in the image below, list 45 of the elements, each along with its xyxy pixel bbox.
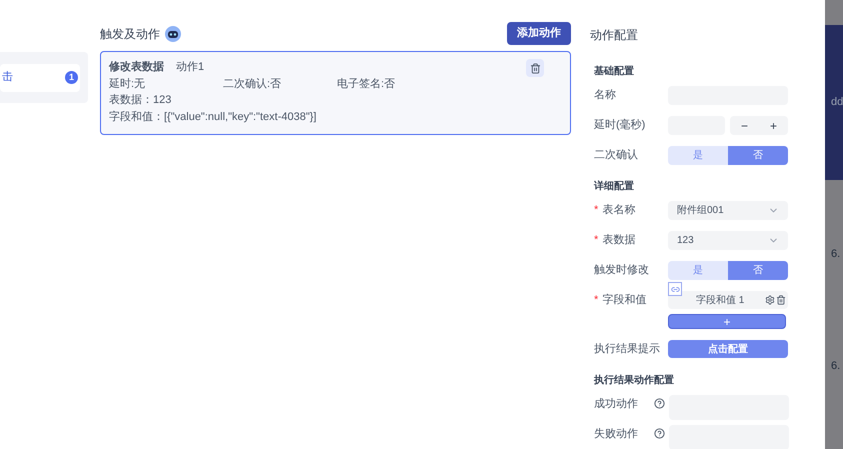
field-value-item[interactable]: 字段和值 1 (668, 291, 788, 309)
field-label: 执行结果提示 (594, 342, 660, 358)
decrement-button[interactable]: − (740, 116, 748, 134)
field-label: 触发时修改 (594, 263, 649, 278)
confirm-text: 二次确认:否 (223, 76, 282, 92)
delete-icon[interactable] (776, 295, 786, 305)
delete-icon (530, 62, 540, 74)
link-icon[interactable] (668, 282, 682, 296)
help-icon[interactable] (654, 428, 665, 439)
background-text: 6. (830, 247, 842, 262)
field-label: 失败动作 (594, 427, 638, 442)
select-field[interactable]: 123 (668, 231, 788, 250)
background-text: dd (831, 95, 843, 110)
select-field[interactable]: 附件组001 (668, 201, 788, 220)
signature-text: 电子签名:否 (337, 76, 396, 92)
required-mark: * (594, 233, 598, 248)
required-mark: * (594, 293, 598, 308)
section-title: 触发及动作 (100, 26, 160, 42)
section-heading: 执行结果动作配置 (594, 374, 675, 388)
section-heading: 基础配置 (594, 64, 635, 79)
field-label: 字段和值 (602, 292, 646, 308)
add-action-button[interactable]: 添加动作 (507, 22, 571, 45)
robot-icon (164, 24, 182, 42)
section-heading: 详细配置 (594, 179, 635, 194)
required-mark: * (594, 203, 598, 218)
count-badge: 1 (65, 71, 78, 84)
table-data-text: 表数据：123 (109, 93, 172, 108)
panel-title: 动作配置 (590, 27, 639, 44)
action-card[interactable]: 修改表数据 动作1 延时:无 二次确认:否 电子签名:否 表数据：123 字段和值：[{"value":null,"key":"text-4038"}] (100, 51, 571, 135)
field-label: 表名称 (602, 203, 636, 218)
trigger-item[interactable]: 击 1 (0, 64, 80, 92)
increment-button[interactable]: + (770, 116, 777, 134)
delay-text: 延时:无 (109, 76, 146, 92)
field-label: 延时(毫秒) (594, 118, 646, 134)
action-name: 动作1 (176, 60, 204, 75)
help-icon[interactable] (654, 398, 665, 409)
delete-button[interactable] (526, 59, 544, 77)
field-label: 名称 (594, 88, 616, 104)
field-label: 表数据 (602, 233, 636, 248)
background-text: 6. (830, 358, 842, 374)
field-label: 二次确认 (594, 148, 638, 164)
fields-text: 字段和值：[{"value":null,"key":"text-4038"}] (109, 110, 318, 124)
settings-icon[interactable] (765, 295, 775, 305)
action-type: 修改表数据 (109, 60, 164, 75)
field-label: 成功动作 (594, 397, 638, 412)
